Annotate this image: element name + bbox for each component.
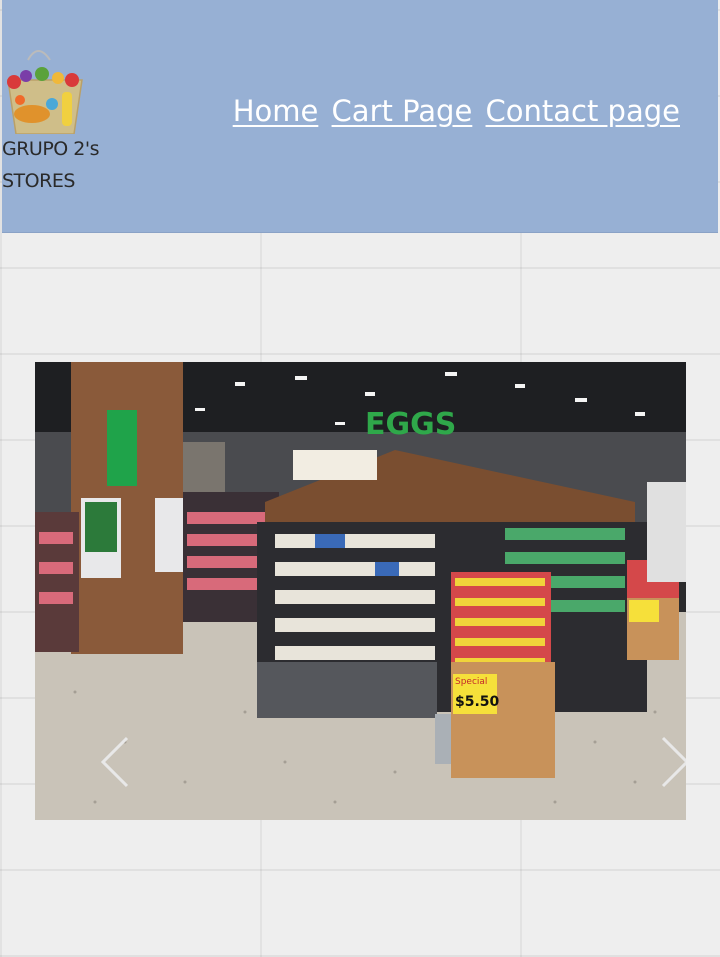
- special-tag-text: Special: [455, 677, 487, 687]
- eggs-sign-text: EGGS: [365, 407, 456, 442]
- site-header: GRUPO 2's STORES Home Cart Page Contact …: [2, 0, 718, 233]
- chevron-left-icon: [100, 736, 129, 788]
- image-carousel[interactable]: EGGS Special $5.50: [35, 362, 686, 820]
- carousel-prev-button[interactable]: [95, 732, 135, 792]
- price-tag-text: $5.50: [455, 694, 500, 710]
- carousel-next-button[interactable]: [655, 732, 686, 792]
- main-nav: Home Cart Page Contact page: [229, 94, 680, 128]
- nav-link-home[interactable]: Home: [233, 94, 319, 128]
- nav-link-contact[interactable]: Contact page: [486, 94, 680, 128]
- logo-text-line2: STORES: [2, 170, 75, 192]
- store-logo[interactable]: GRUPO 2's STORES: [2, 42, 102, 202]
- grocery-bag-icon: [7, 50, 83, 135]
- logo-text-line1: GRUPO 2's: [2, 138, 100, 160]
- chevron-right-icon: [661, 736, 686, 788]
- nav-link-cart[interactable]: Cart Page: [332, 94, 473, 128]
